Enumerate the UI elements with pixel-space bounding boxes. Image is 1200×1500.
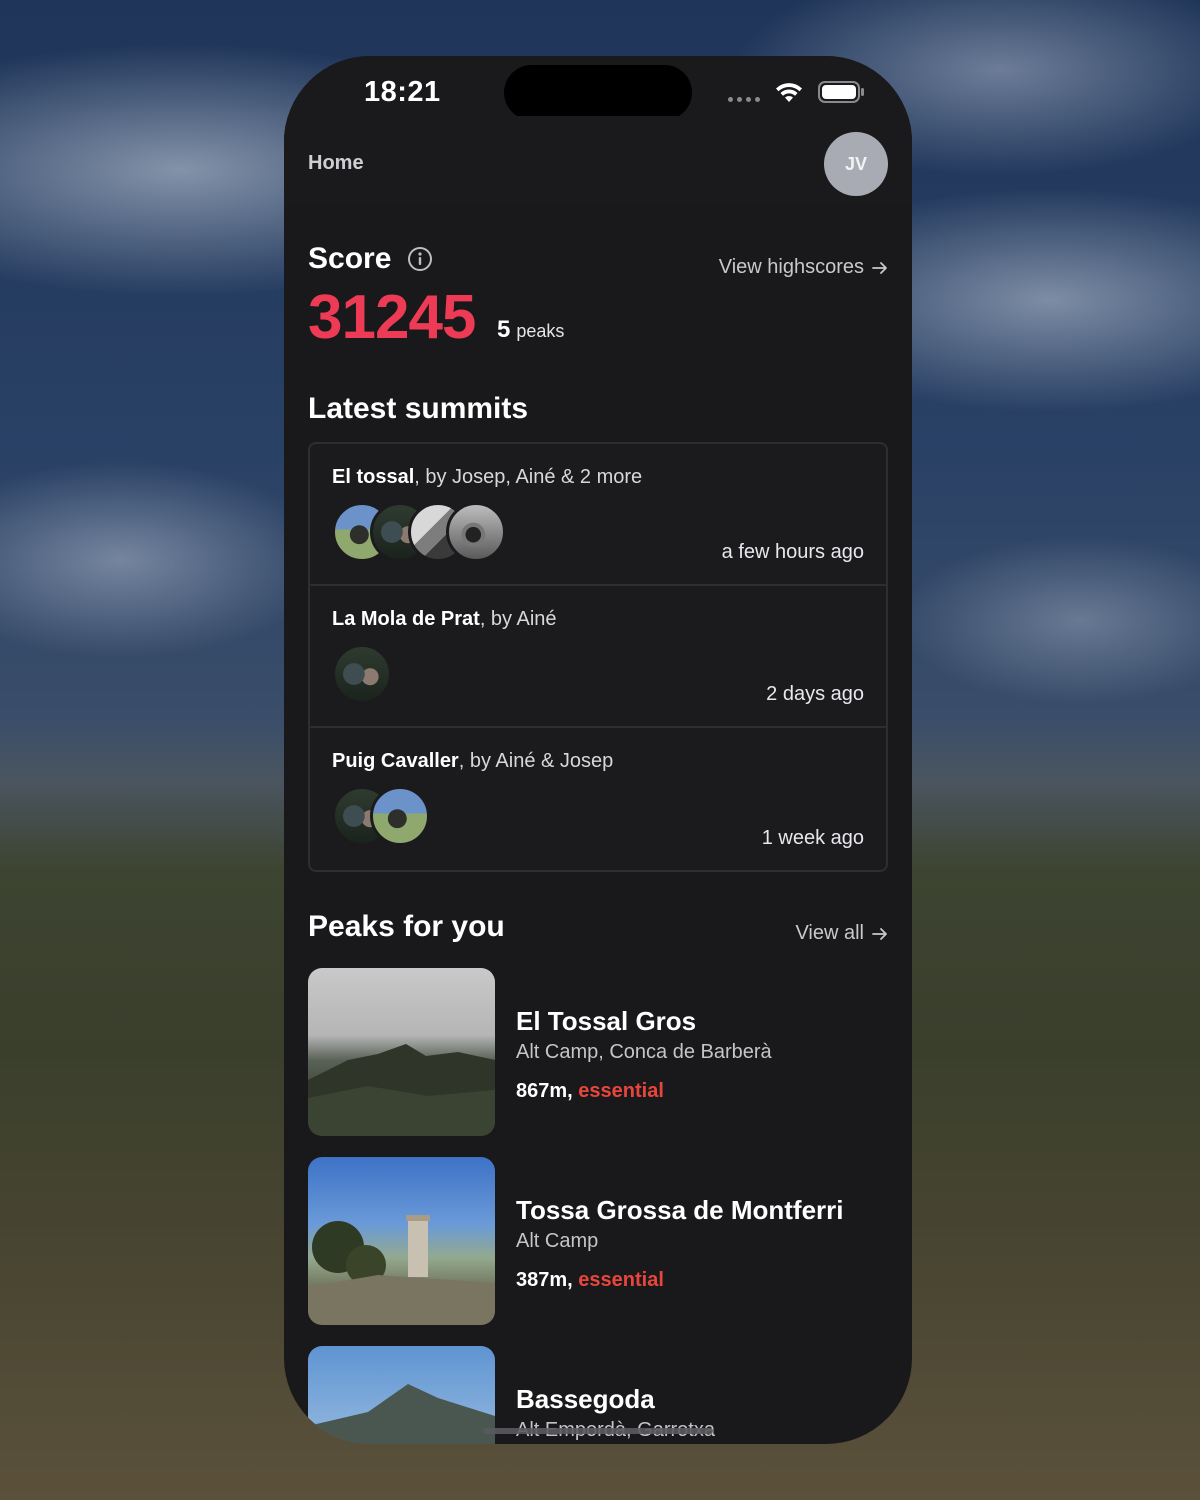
wifi-icon	[776, 83, 802, 102]
latest-summits-list: El tossal, by Josep, Ainé & 2 more a few…	[308, 442, 888, 872]
peaks-count-unit: peaks	[516, 321, 565, 341]
peaks-for-you-list: El Tossal Gros Alt Camp, Conca de Barber…	[308, 968, 888, 1444]
peak-card[interactable]: El Tossal Gros Alt Camp, Conca de Barber…	[308, 968, 888, 1157]
view-highscores-label: View highscores	[718, 256, 864, 278]
phone-screen: 18:21 Home JV Score View highscores 3124…	[284, 56, 912, 1444]
summit-line: La Mola de Prat, by Ainé	[332, 608, 557, 631]
cellular-dots-icon	[728, 96, 760, 102]
peak-region: Alt Camp, Conca de Barberà	[516, 1041, 772, 1063]
summit-time: a few hours ago	[721, 541, 864, 563]
view-all-link[interactable]: View all	[795, 922, 888, 945]
dynamic-island	[504, 65, 692, 120]
peak-thumbnail	[308, 1346, 495, 1444]
peak-height: 387m	[516, 1269, 568, 1291]
peaks-count-number: 5	[497, 316, 511, 343]
peak-tag: essential	[578, 1269, 664, 1291]
summit-photo	[370, 786, 430, 846]
summit-time: 2 days ago	[766, 683, 864, 705]
peak-name: Bassegoda	[516, 1384, 655, 1414]
summit-peak-name: Puig Cavaller	[332, 750, 459, 772]
main-content: Score View highscores 31245 5 peaks Late…	[308, 206, 888, 1444]
peak-info: El Tossal Gros Alt Camp, Conca de Barber…	[516, 1006, 772, 1103]
page-title: Home	[308, 152, 364, 174]
peak-height: 867m	[516, 1080, 568, 1102]
summit-photo	[446, 502, 506, 562]
latest-summits-title: Latest summits	[308, 392, 529, 425]
peaks-count: 5 peaks	[497, 316, 564, 344]
peak-name: Tossa Grossa de Montferri	[516, 1195, 844, 1225]
summit-time: 1 week ago	[761, 827, 864, 849]
arrow-right-icon	[872, 261, 887, 274]
home-indicator[interactable]	[483, 1428, 713, 1434]
peak-meta: 387m, essential	[516, 1269, 664, 1291]
summit-line: Puig Cavaller, by Ainé & Josep	[332, 750, 613, 773]
score-title: Score	[308, 242, 392, 275]
status-time: 18:21	[364, 76, 441, 108]
summit-by-text: , by Josep, Ainé & 2 more	[414, 466, 643, 488]
peak-thumbnail	[308, 1157, 495, 1325]
view-highscores-link[interactable]: View highscores	[719, 256, 888, 279]
summit-peak-name: La Mola de Prat	[332, 608, 480, 630]
peak-region: Alt Camp	[516, 1230, 599, 1252]
peaks-for-you-header: Peaks for you View all	[308, 910, 888, 950]
peaks-for-you-title: Peaks for you	[308, 910, 505, 943]
avatar[interactable]: JV	[824, 132, 888, 196]
view-all-label: View all	[795, 922, 864, 944]
peak-info: Tossa Grossa de Montferri Alt Camp 387m,…	[516, 1195, 844, 1292]
summit-photos	[332, 786, 430, 846]
summit-line: El tossal, by Josep, Ainé & 2 more	[332, 466, 642, 489]
summit-by-text: , by Ainé & Josep	[458, 750, 614, 772]
summit-by-text: , by Ainé	[479, 608, 557, 630]
nav-header: Home JV	[284, 116, 912, 206]
summit-row[interactable]: Puig Cavaller, by Ainé & Josep 1 week ag…	[310, 728, 886, 870]
arrow-right-icon	[872, 927, 887, 940]
peak-tag: essential	[578, 1080, 664, 1102]
peak-thumbnail	[308, 968, 495, 1136]
info-icon[interactable]	[407, 246, 433, 272]
peak-card[interactable]: Tossa Grossa de Montferri Alt Camp 387m,…	[308, 1157, 888, 1346]
summit-photos	[332, 644, 392, 704]
score-value: 31245	[308, 283, 476, 352]
score-section: Score View highscores 31245 5 peaks	[308, 206, 888, 356]
peak-name: El Tossal Gros	[516, 1006, 697, 1036]
battery-icon	[818, 81, 864, 103]
summit-row[interactable]: La Mola de Prat, by Ainé 2 days ago	[310, 586, 886, 728]
summit-row[interactable]: El tossal, by Josep, Ainé & 2 more a few…	[310, 444, 886, 586]
status-icons	[728, 80, 866, 104]
summit-peak-name: El tossal	[332, 466, 415, 488]
summit-photos	[332, 502, 506, 562]
summit-photo	[332, 644, 392, 704]
peak-meta: 867m, essential	[516, 1080, 664, 1102]
